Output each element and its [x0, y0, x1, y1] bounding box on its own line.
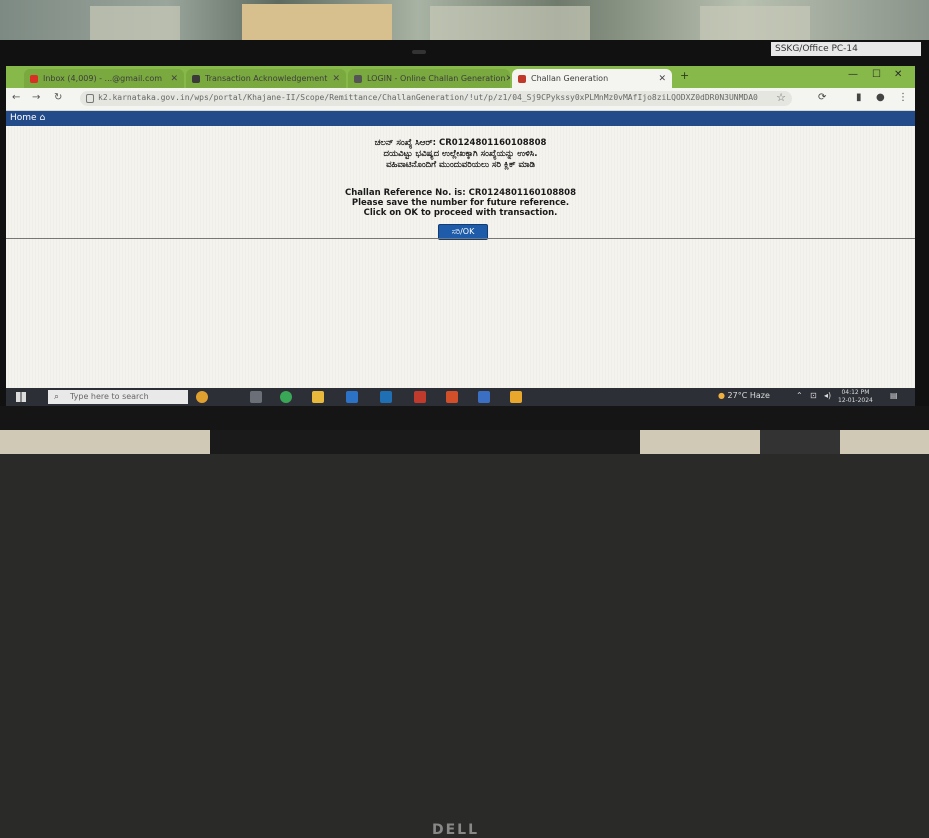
monitor-brand: DELL	[432, 822, 480, 838]
windows-start-icon[interactable]	[16, 392, 26, 402]
page-content: ಚಲನ್ ಸಂಖ್ಯೆ ಸಿಆರ್: CR0124801160108808 ದಯ…	[6, 126, 915, 388]
weather-text: 27°C Haze	[727, 391, 770, 400]
clock-time: 04:12 PM	[841, 389, 870, 396]
tab-transaction[interactable]: Transaction Acknowledgement ✕	[186, 69, 346, 88]
url-text: k2.karnataka.gov.in/wps/portal/Khajane-I…	[98, 93, 758, 102]
outlook-icon[interactable]	[478, 391, 490, 403]
menu-kebab-icon[interactable]: ⋮	[898, 92, 908, 103]
tab-label: Inbox (4,009) - ...@gmail.com	[43, 74, 163, 83]
forward-arrow-icon[interactable]: →	[32, 92, 40, 103]
app-header: Home ⌂	[6, 111, 915, 126]
taskbar-clock[interactable]: 04:12 PM 12-01-2024	[838, 389, 873, 405]
notification-icon[interactable]: ▤	[890, 391, 898, 400]
browser-tab-bar: Inbox (4,009) - ...@gmail.com ✕ Transact…	[6, 66, 915, 88]
tab-label: Challan Generation	[531, 74, 609, 83]
maximize-button[interactable]: ☐	[872, 69, 881, 80]
tab-login[interactable]: LOGIN - Online Challan Generation ✕	[348, 69, 510, 88]
weather-widget[interactable]: ● 27°C Haze	[718, 391, 770, 400]
volume-icon[interactable]: ◂)	[824, 391, 831, 400]
file-explorer-icon[interactable]	[312, 391, 324, 403]
minimize-button[interactable]: —	[848, 69, 858, 80]
search-icon: ⌕	[54, 392, 60, 402]
divider	[6, 238, 915, 239]
message-line-kannada-1: ಚಲನ್ ಸಂಖ್ಯೆ ಸಿಆರ್: CR0124801160108808	[374, 138, 547, 148]
screen: Inbox (4,009) - ...@gmail.com ✕ Transact…	[6, 66, 915, 406]
page-icon	[192, 74, 200, 83]
tab-challan-generation[interactable]: Challan Generation ✕	[512, 69, 672, 88]
weather-sun-icon: ●	[718, 391, 725, 400]
cortana-icon[interactable]	[196, 391, 208, 403]
site-info-icon[interactable]	[86, 94, 94, 103]
close-window-button[interactable]: ✕	[894, 69, 902, 80]
search-placeholder: Type here to search	[70, 392, 149, 401]
close-icon[interactable]: ✕	[170, 74, 178, 84]
home-label: Home	[10, 113, 37, 123]
sidebar-icon[interactable]: ▮	[856, 92, 862, 103]
monitor-bezel-right	[915, 60, 929, 410]
profile-avatar-icon[interactable]: ●	[876, 92, 885, 103]
tab-label: Transaction Acknowledgement	[205, 74, 328, 83]
address-bar[interactable]: k2.karnataka.gov.in/wps/portal/Khajane-I…	[80, 91, 792, 106]
home-icon: ⌂	[39, 113, 46, 123]
store-icon[interactable]	[346, 391, 358, 403]
office-icon[interactable]	[414, 391, 426, 403]
desk	[0, 430, 929, 454]
page-icon	[354, 74, 362, 83]
close-icon[interactable]: ✕	[505, 74, 510, 84]
chrome-icon[interactable]	[280, 391, 292, 403]
mail-icon[interactable]	[380, 391, 392, 403]
tray-chevron-icon[interactable]: ⌃	[796, 391, 803, 400]
photos-icon[interactable]	[446, 391, 458, 403]
network-icon[interactable]: ⊡	[810, 391, 817, 400]
reload-icon[interactable]: ↻	[54, 92, 62, 103]
sticky-notes-icon[interactable]	[510, 391, 522, 403]
browser-toolbar: ← → ↻ k2.karnataka.gov.in/wps/portal/Kha…	[6, 88, 915, 111]
proceed-instruction: Click on OK to proceed with transaction.	[363, 208, 558, 218]
emblem-icon	[518, 74, 526, 83]
close-icon[interactable]: ✕	[332, 74, 340, 84]
message-line-kannada-3: ವಹಿವಾಟಿನೊಂದಿಗೆ ಮುಂದುವರಿಯಲು ಸರಿ ಕ್ಲಿಕ್ ಮಾ…	[386, 160, 535, 170]
clock-date: 12-01-2024	[838, 397, 873, 404]
save-number-instruction: Please save the number for future refere…	[351, 198, 570, 208]
message-line-kannada-2: ದಯವಿಟ್ಟು ಭವಿಷ್ಯದ ಉಲ್ಲೇಖಕ್ಕಾಗಿ ಸಂಖ್ಯೆಯನ್ನ…	[383, 149, 538, 159]
tab-label: LOGIN - Online Challan Generation	[367, 74, 506, 83]
close-icon[interactable]: ✕	[658, 74, 666, 84]
new-tab-button[interactable]: +	[680, 69, 689, 82]
extensions-icon[interactable]: ⟳	[818, 92, 826, 103]
task-view-icon[interactable]	[250, 391, 262, 403]
pc-label-sticker: SSKG/Office PC-14	[771, 42, 921, 56]
tab-gmail[interactable]: Inbox (4,009) - ...@gmail.com ✕	[24, 69, 184, 88]
gmail-icon	[30, 74, 38, 83]
windows-taskbar: ⌕ Type here to search ● 27°C Haze ⌃ ⊡ ◂)…	[6, 388, 915, 406]
home-link[interactable]: Home ⌂	[10, 113, 45, 123]
back-arrow-icon[interactable]: ←	[12, 92, 20, 103]
challan-reference-text: Challan Reference No. is: CR012480116010…	[344, 188, 577, 198]
bookmark-star-icon[interactable]: ☆	[776, 91, 786, 104]
taskbar-search-input[interactable]: ⌕ Type here to search	[48, 390, 188, 404]
